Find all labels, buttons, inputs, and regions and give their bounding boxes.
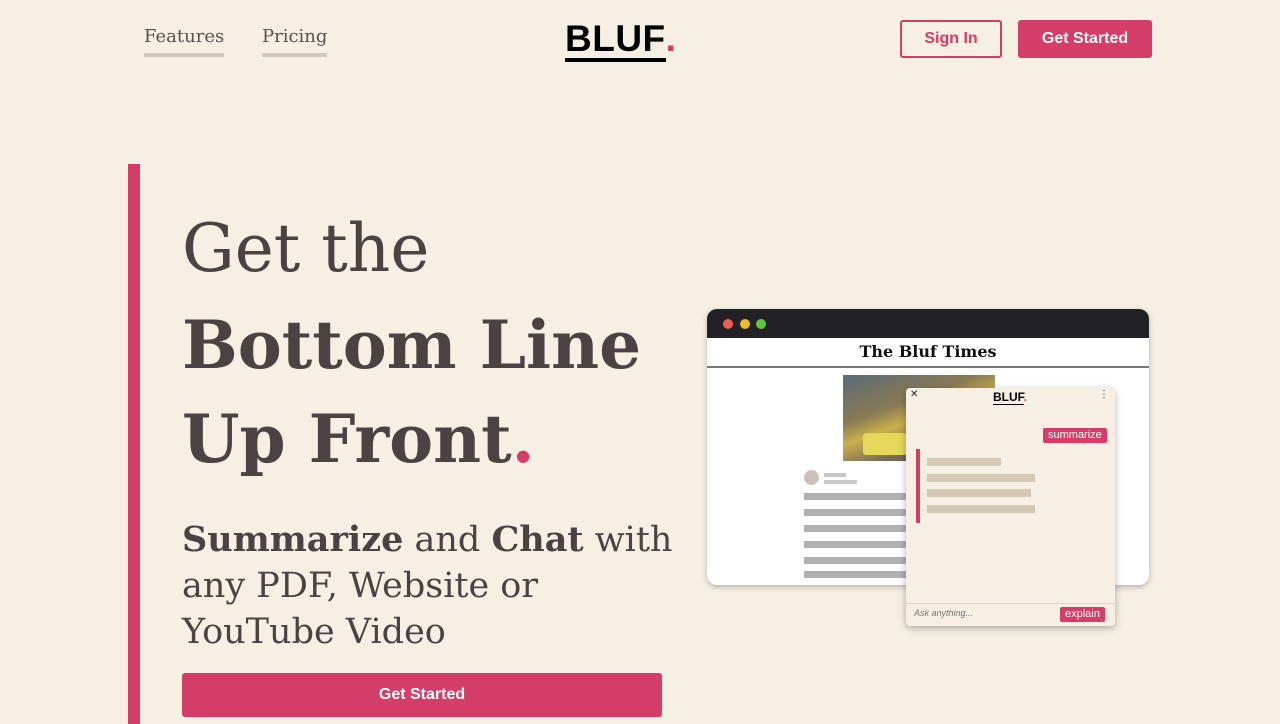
summary-text-placeholder bbox=[927, 489, 1031, 497]
hero-title-line-3: Up Front. bbox=[182, 400, 535, 478]
byline-avatar bbox=[804, 470, 819, 485]
extension-popup: ✕ ⋮ BLUF. summarize explain bbox=[906, 388, 1115, 626]
popup-divider bbox=[906, 603, 1115, 604]
get-started-hero-button[interactable]: Get Started bbox=[182, 673, 662, 717]
hero-title-line-3-text: Up Front bbox=[182, 400, 512, 478]
summary-text-placeholder bbox=[927, 505, 1035, 513]
subtitle-and: and bbox=[403, 520, 492, 560]
minimize-dot-icon bbox=[740, 319, 750, 329]
popup-logo-word: BLUF bbox=[993, 390, 1024, 405]
browser-titlebar bbox=[707, 309, 1149, 338]
subtitle-summarize: Summarize bbox=[182, 519, 404, 560]
hero-subtitle: Summarize and Chat with any PDF, Website… bbox=[182, 517, 682, 655]
byline-placeholder bbox=[824, 473, 846, 477]
maximize-dot-icon bbox=[756, 319, 766, 329]
article-text-placeholder bbox=[804, 525, 914, 532]
subtitle-chat: Chat bbox=[491, 519, 584, 560]
popup-menu-icon[interactable]: ⋮ bbox=[1099, 389, 1109, 400]
article-text-placeholder bbox=[804, 557, 914, 564]
logo-word: BLUF bbox=[565, 19, 666, 62]
nav-pricing-link[interactable]: Pricing bbox=[262, 26, 328, 57]
explain-button[interactable]: explain bbox=[1060, 607, 1105, 622]
sign-in-button[interactable]: Sign In bbox=[900, 20, 1002, 58]
popup-logo-dot: . bbox=[1023, 390, 1028, 404]
summarize-button[interactable]: summarize bbox=[1043, 428, 1107, 443]
newspaper-masthead: The Bluf Times bbox=[707, 338, 1149, 368]
hero-title-dot: . bbox=[511, 400, 535, 478]
logo[interactable]: BLUF. bbox=[565, 18, 676, 62]
ask-anything-input[interactable] bbox=[914, 608, 1044, 618]
article-text-placeholder bbox=[804, 571, 914, 578]
hero-accent-bar bbox=[128, 164, 140, 724]
article-text-placeholder bbox=[804, 541, 914, 548]
byline-placeholder bbox=[824, 480, 857, 484]
hero-title-line-1: Get the bbox=[182, 210, 430, 287]
popup-logo: BLUF. bbox=[993, 390, 1028, 405]
hero-title-line-2: Bottom Line bbox=[182, 306, 642, 384]
summary-accent-bar bbox=[916, 449, 920, 523]
logo-dot: . bbox=[665, 18, 677, 59]
summary-text-placeholder bbox=[927, 474, 1035, 482]
close-dot-icon bbox=[723, 319, 733, 329]
article-text-placeholder bbox=[804, 509, 914, 516]
summary-text-placeholder bbox=[927, 458, 1001, 466]
article-text-placeholder bbox=[804, 493, 914, 500]
nav-features-link[interactable]: Features bbox=[144, 26, 225, 57]
popup-close-icon[interactable]: ✕ bbox=[910, 389, 918, 400]
get-started-nav-button[interactable]: Get Started bbox=[1018, 20, 1152, 58]
